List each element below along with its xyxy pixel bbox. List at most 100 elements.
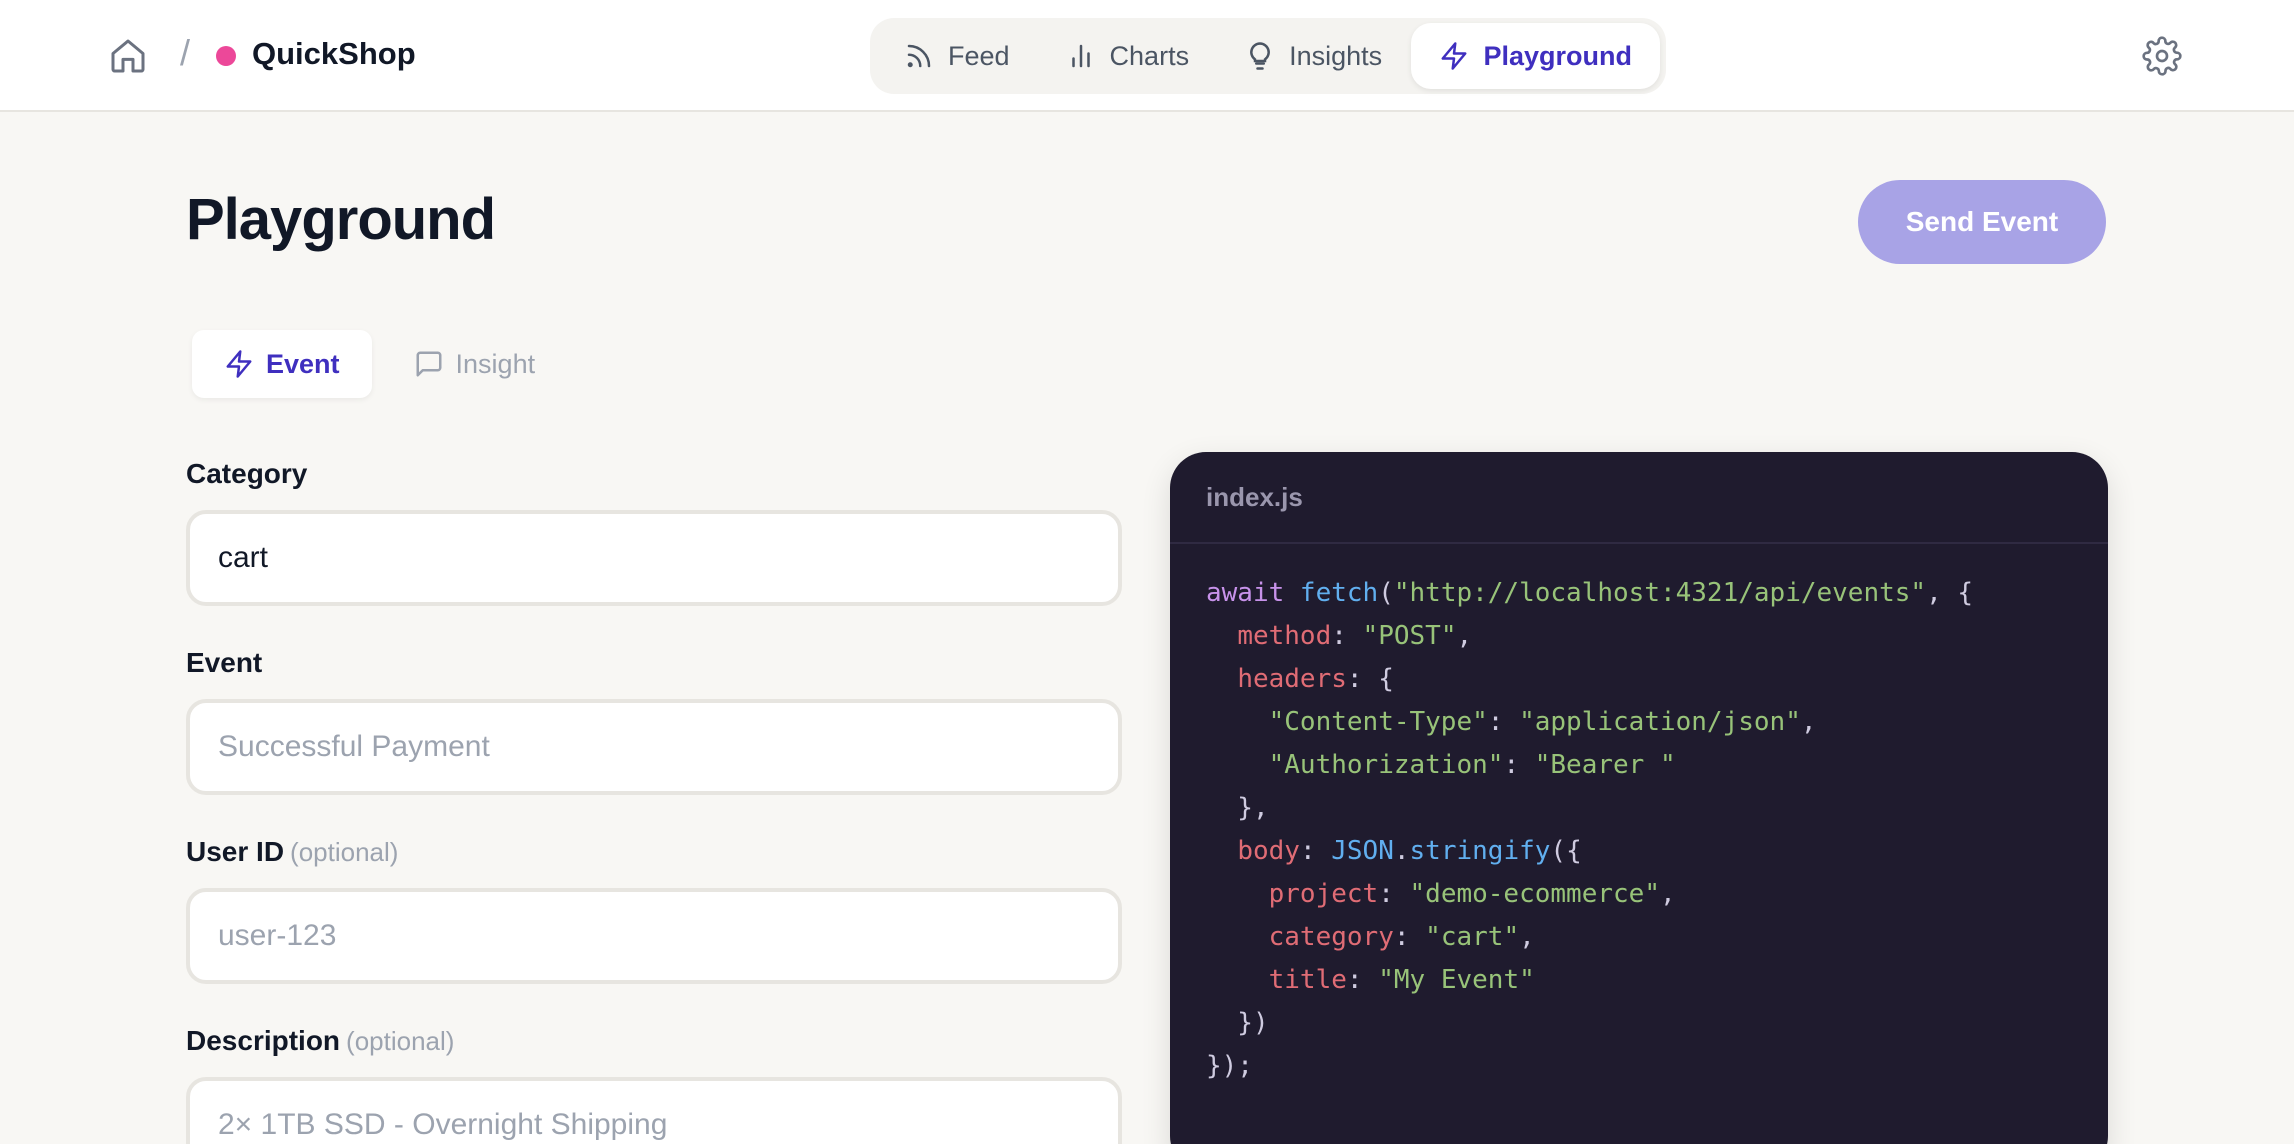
category-label: Category: [186, 458, 307, 490]
nav-charts[interactable]: Charts: [1038, 23, 1218, 89]
code-line: },: [1206, 787, 2072, 830]
send-event-button[interactable]: Send Event: [1858, 180, 2106, 264]
user-id-input[interactable]: [186, 888, 1122, 984]
code-token: "cart": [1425, 922, 1520, 952]
project-name[interactable]: QuickShop: [252, 36, 416, 72]
code-line: project: "demo-ecommerce",: [1206, 873, 2072, 916]
code-token: fetch: [1299, 578, 1379, 608]
code-token: await: [1206, 578, 1300, 608]
code-token: ({: [1550, 836, 1582, 866]
code-token: "Authorization": [1268, 750, 1504, 780]
code-line: }): [1206, 1002, 2072, 1045]
event-input[interactable]: [186, 699, 1122, 795]
code-token: "My Event": [1378, 965, 1535, 995]
description-label-text: Description: [186, 1025, 341, 1056]
event-label-text: Event: [186, 647, 263, 678]
code-line: });: [1206, 1045, 2072, 1088]
tab-insight[interactable]: Insight: [382, 330, 568, 398]
description-label: Description (optional): [186, 1025, 454, 1057]
code-token: "demo-ecommerce": [1409, 879, 1660, 909]
code-body[interactable]: await fetch("http://localhost:4321/api/e…: [1170, 544, 2108, 1116]
bolt-icon: [1441, 42, 1467, 70]
code-token: :: [1331, 621, 1363, 651]
code-token: "Bearer ": [1534, 750, 1676, 780]
description-input[interactable]: [186, 1077, 1122, 1144]
page-title: Playground: [186, 187, 496, 252]
code-token: },: [1206, 793, 1269, 823]
code-token: "http://localhost:4321/api/events": [1393, 578, 1927, 608]
code-token: ,: [1456, 621, 1473, 651]
code-token: });: [1206, 1051, 1253, 1081]
project-color-dot: [216, 46, 236, 66]
rss-icon: [907, 44, 931, 68]
category-label-text: Category: [186, 458, 308, 489]
top-bar: / QuickShop Feed Charts Insights Playgro…: [0, 0, 2294, 112]
code-token: ,: [1659, 879, 1676, 909]
breadcrumb-separator: /: [180, 32, 191, 73]
nav-insights[interactable]: Insights: [1217, 23, 1410, 89]
code-token: ,: [1519, 922, 1535, 952]
code-token: headers: [1237, 664, 1347, 694]
code-token: ,: [1800, 707, 1817, 737]
main-nav: Feed Charts Insights Playground: [870, 18, 1666, 94]
category-input[interactable]: [186, 510, 1122, 606]
code-token: body: [1237, 836, 1300, 866]
optional-hint: (optional): [346, 1026, 455, 1056]
code-token: :: [1346, 965, 1379, 995]
code-token: "application/json": [1519, 707, 1801, 737]
code-line: title: "My Event": [1206, 959, 2072, 1002]
code-filename: index.js: [1170, 452, 2108, 544]
event-label: Event: [186, 647, 262, 679]
code-token: (: [1378, 578, 1394, 608]
user-id-label-text: User ID: [186, 836, 285, 867]
code-token: .: [1393, 836, 1410, 866]
code-token: :: [1299, 836, 1332, 866]
code-token: :: [1393, 922, 1426, 952]
code-line: "Authorization": "Bearer ": [1206, 744, 2072, 787]
message-square-icon: [416, 351, 442, 377]
code-token: :: [1503, 750, 1535, 780]
code-token: stringify: [1409, 836, 1551, 866]
code-token: "POST": [1362, 621, 1457, 651]
bolt-icon: [226, 350, 252, 378]
nav-feed-label: Feed: [948, 40, 1010, 71]
playground-tabs: Event Insight: [192, 330, 567, 398]
code-token: }): [1206, 1008, 1269, 1038]
code-token: category: [1268, 922, 1394, 952]
code-token: project: [1268, 879, 1379, 909]
code-token: :: [1487, 707, 1520, 737]
nav-insights-label: Insights: [1289, 40, 1383, 71]
tab-insight-label: Insight: [455, 348, 536, 379]
code-line: method: "POST",: [1206, 615, 2072, 658]
code-token: method: [1237, 621, 1332, 651]
tab-event-label: Event: [266, 348, 340, 379]
code-line: headers: {: [1206, 658, 2072, 701]
nav-playground-label: Playground: [1483, 40, 1632, 71]
code-token: :: [1378, 879, 1410, 909]
user-id-label: User ID (optional): [186, 836, 398, 868]
code-token: , {: [1926, 578, 1974, 608]
nav-playground[interactable]: Playground: [1411, 23, 1660, 89]
home-icon[interactable]: [108, 36, 148, 76]
code-snippet-panel: index.js await fetch("http://localhost:4…: [1170, 452, 2108, 1144]
code-token: title: [1268, 965, 1347, 995]
code-token: : {: [1346, 664, 1394, 694]
gear-icon[interactable]: [2142, 36, 2182, 76]
nav-feed[interactable]: Feed: [876, 23, 1038, 89]
bar-chart-icon: [1071, 44, 1090, 68]
tab-event[interactable]: Event: [192, 330, 372, 398]
code-token: JSON: [1331, 836, 1394, 866]
code-line: "Content-Type": "application/json",: [1206, 701, 2072, 744]
code-token: "Content-Type": [1268, 707, 1488, 737]
code-line: category: "cart",: [1206, 916, 2072, 959]
lightbulb-icon: [1250, 42, 1270, 70]
optional-hint: (optional): [290, 837, 399, 867]
code-line: await fetch("http://localhost:4321/api/e…: [1206, 572, 2072, 615]
